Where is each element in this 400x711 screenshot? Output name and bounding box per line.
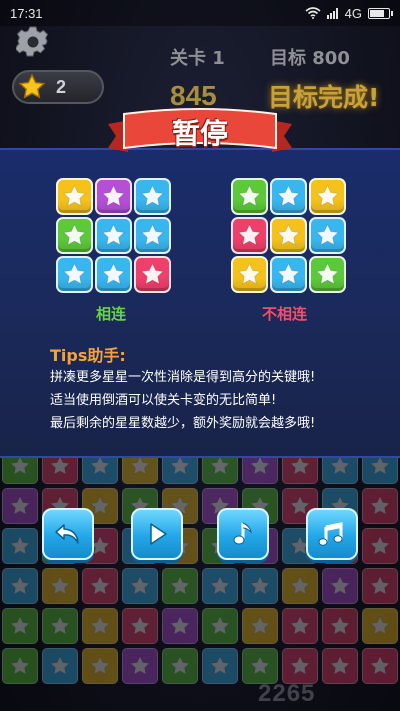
yellow-star-tile (270, 217, 307, 254)
settings-gear-icon[interactable] (16, 24, 50, 58)
not-connected-label: 不相连 (262, 305, 308, 323)
star-icon (238, 223, 261, 246)
yellow-star-tile (231, 256, 268, 293)
pink-star-tile (231, 217, 268, 254)
connected-label: 相连 (96, 305, 127, 323)
board-dim-overlay (0, 458, 400, 711)
star-icon (63, 184, 86, 207)
not-connected-example-grid (231, 178, 346, 293)
star-icon (277, 262, 300, 285)
star-icon (141, 184, 164, 207)
signal-icon (326, 7, 338, 19)
blue-star-tile (134, 217, 171, 254)
double-music-note-icon (318, 522, 343, 546)
blue-star-tile (134, 178, 171, 215)
star-icon (277, 223, 300, 246)
back-button[interactable] (42, 508, 94, 560)
sound-button[interactable] (217, 508, 269, 560)
blue-star-tile (270, 178, 307, 215)
music-note-icon (233, 522, 252, 545)
tip-text: 适当使用倒酒可以使关卡变的无比简单! (50, 393, 277, 408)
blue-star-tile (56, 256, 93, 293)
green-star-tile (231, 178, 268, 215)
tip-text: 拼凑更多星星一次性消除是得到高分的关键哦! (50, 370, 316, 385)
star-icon (316, 184, 339, 207)
blue-star-tile (309, 217, 346, 254)
star-icon (238, 262, 261, 285)
green-star-tile (309, 256, 346, 293)
yellow-star-tile (309, 178, 346, 215)
network-type: 4G (344, 5, 362, 21)
star-icon (238, 184, 261, 207)
star-icon (316, 223, 339, 246)
star-count: 2 (56, 76, 67, 97)
green-star-tile (56, 217, 93, 254)
tip-text: 最后剩余的星星数越少，额外奖励就会越多哦! (50, 416, 316, 431)
resume-button[interactable] (131, 508, 183, 560)
star-icon (141, 223, 164, 246)
star-icon (316, 262, 339, 285)
purple-star-tile (95, 178, 132, 215)
star-icon (141, 262, 164, 285)
music-button[interactable] (306, 508, 358, 560)
battery-icon (368, 7, 393, 19)
pause-title: 暂停 (171, 117, 228, 150)
yellow-star-tile (56, 178, 93, 215)
level-label: 关卡 1 (170, 48, 225, 69)
star-icon (63, 223, 86, 246)
star-icon (102, 184, 125, 207)
star-icon (277, 184, 300, 207)
status-icons: 4G (305, 5, 393, 21)
star-counter: 2 (12, 70, 104, 104)
star-icon (63, 262, 86, 285)
star-icon (102, 262, 125, 285)
tips-title: Tips助手: (50, 346, 126, 365)
blue-star-tile (270, 256, 307, 293)
play-icon (150, 523, 167, 545)
gold-star-icon (18, 73, 46, 99)
connected-example-grid (56, 178, 171, 293)
target-label: 目标 800 (270, 48, 350, 69)
status-time: 17:31 (10, 5, 43, 21)
status-bar: 17:31 4G (0, 0, 400, 26)
watermark: 2265 (258, 680, 316, 707)
wifi-icon (305, 7, 321, 19)
undo-arrow-icon (55, 524, 79, 544)
blue-star-tile (95, 256, 132, 293)
blue-star-tile (95, 217, 132, 254)
pink-star-tile (134, 256, 171, 293)
star-icon (102, 223, 125, 246)
